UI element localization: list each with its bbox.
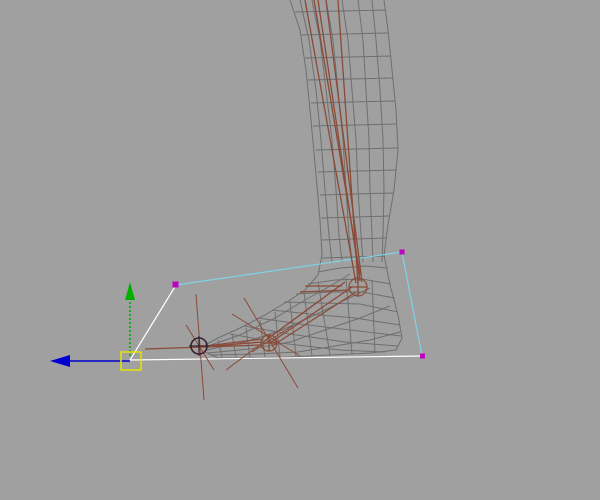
leg-mesh-edge [371, 0, 385, 263]
manipulator-y-arrowhead[interactable] [125, 282, 135, 300]
leg-mesh-ring [320, 215, 390, 219]
foot-bounds-handle-ankle[interactable] [399, 249, 405, 255]
foot-bounds-handle-heel[interactable] [420, 353, 425, 359]
3d-viewport[interactable] [0, 0, 600, 500]
heel-mesh-ring [257, 317, 402, 337]
leg-mesh-ring [307, 77, 394, 81]
manipulator-x-arrowhead[interactable] [50, 355, 70, 367]
leg-mesh-wireframe[interactable] [204, 0, 403, 359]
foot-mesh-edge [205, 287, 371, 351]
leg-skeleton[interactable] [144, 0, 368, 352]
foot-mesh-cross [371, 279, 376, 354]
leg-mesh-ring [315, 147, 399, 151]
leg-mesh-edge [299, 0, 333, 263]
foot-bounds-handle-toe[interactable] [172, 281, 179, 288]
foot-mesh-cross [317, 281, 331, 356]
viewport-canvas[interactable] [0, 0, 600, 500]
leg-mesh-ring [294, 9, 387, 13]
leg-mesh-ring [319, 192, 394, 196]
ankle-mesh-ring [283, 301, 399, 313]
leg-mesh-ring [304, 55, 392, 59]
move-manipulator-icon[interactable] [50, 282, 142, 371]
